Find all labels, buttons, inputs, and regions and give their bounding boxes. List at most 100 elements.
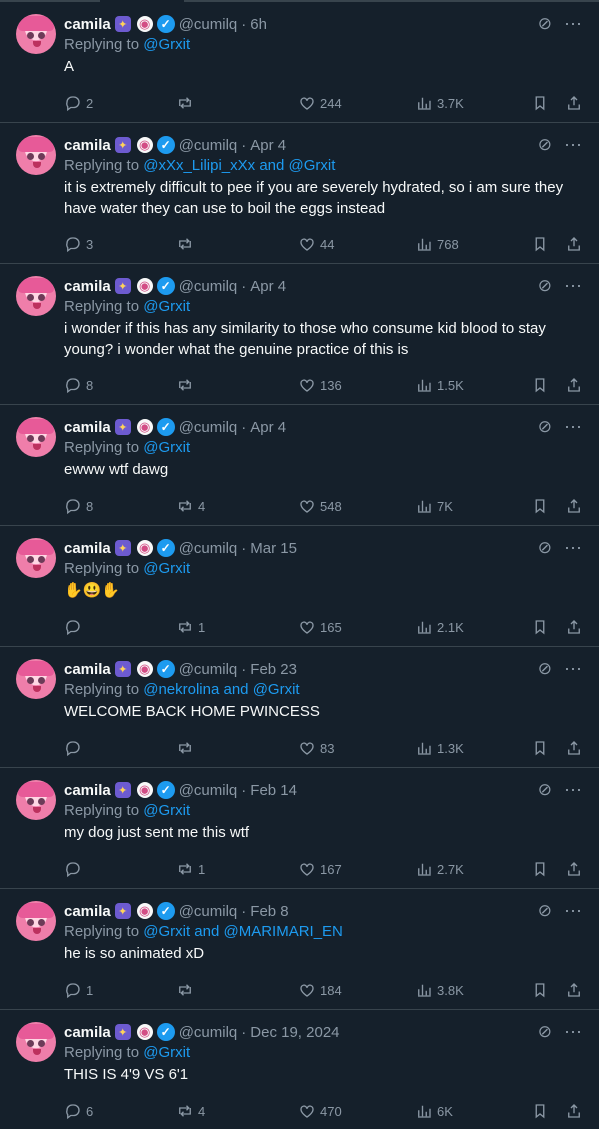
user-handle[interactable]: @cumilq <box>179 137 238 154</box>
like-button[interactable]: 167 <box>298 860 342 878</box>
bookmark-button[interactable] <box>531 497 549 515</box>
share-button[interactable] <box>565 618 583 636</box>
avatar[interactable] <box>16 1022 56 1062</box>
bookmark-button[interactable] <box>531 94 549 112</box>
retweet-button[interactable] <box>176 739 198 757</box>
tweet-date[interactable]: Dec 19, 2024 <box>250 1024 339 1041</box>
avatar[interactable] <box>16 780 56 820</box>
tweet[interactable]: camila ✦ ◉ ✓ @cumilq · Feb 8 ⊘ ⋯ Replyin… <box>0 889 599 1010</box>
like-button[interactable]: 470 <box>298 1102 342 1120</box>
grok-icon[interactable]: ⊘ <box>538 538 552 558</box>
display-name[interactable]: camila <box>64 137 111 154</box>
tweet[interactable]: camila ✦ ◉ ✓ @cumilq · Feb 23 ⊘ ⋯ Replyi… <box>0 647 599 768</box>
verified-badge-icon[interactable]: ✓ <box>156 660 175 678</box>
verified-badge-icon[interactable]: ✓ <box>156 781 175 799</box>
like-button[interactable]: 184 <box>298 981 342 999</box>
tweet[interactable]: camila ✦ ◉ ✓ @cumilq · Apr 4 ⊘ ⋯ Replyin… <box>0 123 599 264</box>
more-icon[interactable]: ⋯ <box>564 538 583 559</box>
grok-icon[interactable]: ⊘ <box>538 135 552 155</box>
verified-badge-icon[interactable]: ✓ <box>156 418 175 436</box>
like-button[interactable]: 244 <box>298 94 342 112</box>
more-icon[interactable]: ⋯ <box>564 135 583 156</box>
share-button[interactable] <box>565 376 583 394</box>
user-handle[interactable]: @cumilq <box>179 1024 238 1041</box>
verified-badge-icon[interactable]: ✓ <box>156 1023 175 1041</box>
tweet-date[interactable]: Apr 4 <box>250 278 286 295</box>
views-button[interactable]: 2.1K <box>415 618 464 636</box>
mention-link[interactable]: @Grxit <box>143 439 190 456</box>
reply-button[interactable]: 3 <box>64 235 93 253</box>
views-button[interactable]: 3.8K <box>415 981 464 999</box>
mention-link[interactable]: @Grxit <box>143 560 190 577</box>
tweet-date[interactable]: Apr 4 <box>250 137 286 154</box>
grok-icon[interactable]: ⊘ <box>538 1022 552 1042</box>
reply-button[interactable]: 8 <box>64 376 93 394</box>
retweet-button[interactable]: 4 <box>176 497 205 515</box>
tweet-date[interactable]: Feb 8 <box>250 903 288 920</box>
verified-badge-icon[interactable]: ✓ <box>156 15 175 33</box>
reply-button[interactable] <box>64 860 86 878</box>
more-icon[interactable]: ⋯ <box>564 276 583 297</box>
mention-link[interactable]: @xXx_Lilipi_xXx <box>143 157 255 174</box>
grok-icon[interactable]: ⊘ <box>538 659 552 679</box>
share-button[interactable] <box>565 497 583 515</box>
tweet-date[interactable]: Apr 4 <box>250 419 286 436</box>
like-button[interactable]: 44 <box>298 235 334 253</box>
reply-button[interactable] <box>64 739 86 757</box>
reply-button[interactable]: 6 <box>64 1102 93 1120</box>
tweet[interactable]: camila ✦ ◉ ✓ @cumilq · Apr 4 ⊘ ⋯ Replyin… <box>0 264 599 405</box>
tweet-date[interactable]: 6h <box>250 16 267 33</box>
like-button[interactable]: 548 <box>298 497 342 515</box>
verified-badge-icon[interactable]: ✓ <box>156 277 175 295</box>
bookmark-button[interactable] <box>531 235 549 253</box>
reply-button[interactable]: 2 <box>64 94 93 112</box>
retweet-button[interactable] <box>176 235 198 253</box>
reply-button[interactable]: 8 <box>64 497 93 515</box>
like-button[interactable]: 136 <box>298 376 342 394</box>
user-handle[interactable]: @cumilq <box>179 419 238 436</box>
tweet-date[interactable]: Mar 15 <box>250 540 297 557</box>
tweet[interactable]: camila ✦ ◉ ✓ @cumilq · Mar 15 ⊘ ⋯ Replyi… <box>0 526 599 647</box>
views-button[interactable]: 1.3K <box>415 739 464 757</box>
retweet-button[interactable]: 4 <box>176 1102 205 1120</box>
retweet-button[interactable]: 1 <box>176 860 205 878</box>
grok-icon[interactable]: ⊘ <box>538 14 552 34</box>
share-button[interactable] <box>565 739 583 757</box>
retweet-button[interactable] <box>176 981 198 999</box>
more-icon[interactable]: ⋯ <box>564 14 583 35</box>
bookmark-button[interactable] <box>531 860 549 878</box>
tweet[interactable]: camila ✦ ◉ ✓ @cumilq · Dec 19, 2024 ⊘ ⋯ … <box>0 1010 599 1129</box>
tweet[interactable]: camila ✦ ◉ ✓ @cumilq · Apr 4 ⊘ ⋯ Replyin… <box>0 405 599 526</box>
grok-icon[interactable]: ⊘ <box>538 901 552 921</box>
more-icon[interactable]: ⋯ <box>564 780 583 801</box>
display-name[interactable]: camila <box>64 16 111 33</box>
display-name[interactable]: camila <box>64 903 111 920</box>
tweet-date[interactable]: Feb 14 <box>250 782 297 799</box>
views-button[interactable]: 1.5K <box>415 376 464 394</box>
more-icon[interactable]: ⋯ <box>564 659 583 680</box>
grok-icon[interactable]: ⊘ <box>538 276 552 296</box>
tweet[interactable]: camila ✦ ◉ ✓ @cumilq · 6h ⊘ ⋯ Replying t… <box>0 2 599 123</box>
mention-link[interactable]: @Grxit <box>143 36 190 53</box>
verified-badge-icon[interactable]: ✓ <box>156 539 175 557</box>
avatar[interactable] <box>16 538 56 578</box>
mention-link[interactable]: @Grxit <box>253 681 300 698</box>
more-icon[interactable]: ⋯ <box>564 901 583 922</box>
more-icon[interactable]: ⋯ <box>564 417 583 438</box>
views-button[interactable]: 2.7K <box>415 860 464 878</box>
tweet[interactable]: camila ✦ ◉ ✓ @cumilq · Feb 14 ⊘ ⋯ Replyi… <box>0 768 599 889</box>
grok-icon[interactable]: ⊘ <box>538 780 552 800</box>
bookmark-button[interactable] <box>531 376 549 394</box>
tweet-date[interactable]: Feb 23 <box>250 661 297 678</box>
mention-link[interactable]: @MARIMARI_EN <box>223 923 342 940</box>
more-icon[interactable]: ⋯ <box>564 1022 583 1043</box>
retweet-button[interactable]: 1 <box>176 618 205 636</box>
bookmark-button[interactable] <box>531 618 549 636</box>
reply-button[interactable] <box>64 618 86 636</box>
bookmark-button[interactable] <box>531 739 549 757</box>
bookmark-button[interactable] <box>531 1102 549 1120</box>
display-name[interactable]: camila <box>64 661 111 678</box>
views-button[interactable]: 768 <box>415 235 459 253</box>
avatar[interactable] <box>16 659 56 699</box>
mention-link[interactable]: @Grxit <box>143 1044 190 1061</box>
